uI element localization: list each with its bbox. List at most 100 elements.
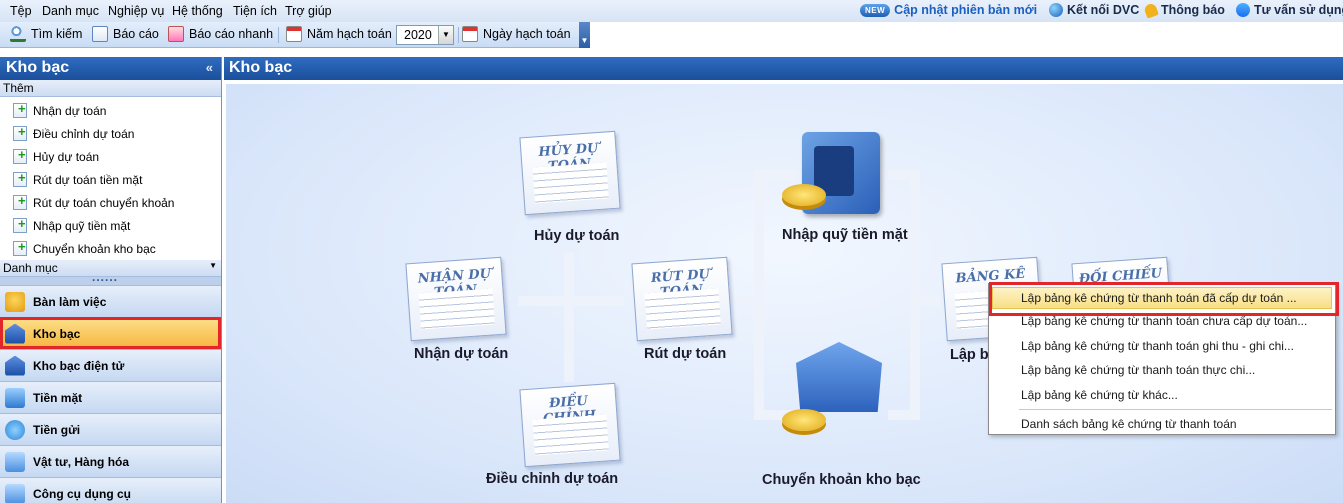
usage-consult[interactable]: Tư vấn sử dụng — [1236, 3, 1343, 17]
add-list: Nhận dự toán Điều chỉnh dự toán Hủy dự t… — [0, 97, 221, 260]
add-item-cancel-estimate[interactable]: Hủy dự toán — [0, 145, 221, 168]
withdraw-estimate-label[interactable]: Rút dự toán — [644, 346, 726, 362]
menu-category[interactable]: Danh mục — [42, 4, 99, 18]
update-notice[interactable]: NEW Cập nhật phiên bản mới — [860, 3, 1037, 17]
menu-item-statement-list[interactable]: Danh sách bảng kê chứng từ thanh toán — [989, 412, 1335, 437]
connect-dvc[interactable]: Kết nối DVC — [1049, 3, 1139, 17]
flow-arrow — [754, 170, 796, 180]
search-button-label: Tìm kiếm — [31, 27, 83, 41]
menu-help[interactable]: Trợ giúp — [285, 4, 332, 18]
coins-icon — [782, 184, 826, 206]
add-item-withdraw-transfer[interactable]: Rút dự toán chuyển khoản — [0, 191, 221, 214]
notifications-label: Thông báo — [1161, 3, 1225, 17]
nav-item-deposit[interactable]: Tiền gửi — [0, 413, 221, 445]
messenger-icon — [1236, 3, 1250, 17]
tools-icon — [5, 483, 25, 503]
cancel-estimate-label[interactable]: Hủy dự toán — [534, 228, 619, 244]
add-document-icon — [13, 193, 27, 210]
quick-report-label: Báo cáo nhanh — [189, 27, 274, 41]
add-item-receive-estimate[interactable]: Nhận dự toán — [0, 99, 221, 122]
nav-item-label: Tiền gửi — [33, 422, 81, 437]
add-item-label: Rút dự toán tiền mặt — [33, 172, 143, 187]
posting-date-button[interactable]: Ngày hạch toán — [462, 26, 571, 42]
menu-item-other-voucher[interactable]: Lập bảng kê chứng từ khác... — [989, 383, 1335, 408]
toolbar-empty-area — [590, 22, 1343, 48]
menu-system[interactable]: Hệ thống — [172, 4, 223, 18]
add-document-icon — [13, 147, 27, 164]
report-icon — [92, 26, 108, 42]
menu-file[interactable]: Tệp — [10, 4, 32, 18]
fiscal-year-label: Năm hạch toán — [307, 27, 392, 41]
receive-estimate-doc[interactable]: NHẬN DỰ TOÁN — [405, 256, 507, 342]
doc-lines — [532, 162, 609, 204]
new-badge: NEW — [860, 3, 891, 17]
coins-icon — [782, 409, 826, 431]
toolbar-separator — [458, 27, 459, 43]
cancel-estimate-doc[interactable]: HỦY DỰ TOÁN — [519, 130, 621, 216]
goods-icon — [5, 451, 25, 472]
add-document-icon — [13, 239, 27, 256]
cash-in-label[interactable]: Nhập quỹ tiền mặt — [782, 227, 908, 243]
add-item-adjust-estimate[interactable]: Điều chỉnh dự toán — [0, 122, 221, 145]
bank-icon — [5, 355, 25, 376]
doc-lines — [532, 414, 609, 456]
adjust-estimate-doc[interactable]: ĐIỀU CHỈNH — [519, 382, 621, 468]
nav-item-treasury[interactable]: Kho bạc — [0, 317, 221, 349]
add-item-withdraw-cash[interactable]: Rút dự toán tiền mặt — [0, 168, 221, 191]
doc-lines — [418, 288, 495, 330]
nav-item-label: Kho bạc điện tử — [33, 358, 125, 373]
fiscal-year-value: 2020 — [404, 28, 432, 42]
quick-report-icon — [168, 26, 184, 42]
flow-arrow — [564, 252, 574, 382]
collapse-icon[interactable]: « — [206, 60, 213, 75]
chevron-down-icon[interactable]: ▼ — [209, 261, 217, 270]
globe-icon — [1049, 3, 1063, 17]
receive-estimate-label[interactable]: Nhận dự toán — [414, 346, 508, 362]
toolbar-overflow-button[interactable]: ▼ — [579, 22, 590, 48]
withdraw-estimate-doc[interactable]: RÚT DỰ TOÁN — [631, 256, 733, 342]
bank-building-icon[interactable] — [796, 342, 882, 412]
nav-item-label: Công cụ dụng cụ — [33, 486, 131, 501]
menu-bar: Tệp Danh mục Nghiệp vụ Hệ thống Tiện ích… — [0, 0, 1343, 22]
quick-report-button[interactable]: Báo cáo nhanh — [168, 26, 273, 42]
sidebar-splitter[interactable] — [0, 270, 221, 285]
add-item-label: Rút dự toán chuyển khoản — [33, 195, 175, 210]
fiscal-year-select[interactable]: 2020 ▼ — [396, 25, 454, 45]
bell-icon — [1143, 1, 1159, 19]
nav-item-desktop[interactable]: Bàn làm việc — [0, 285, 221, 317]
add-item-treasury-transfer[interactable]: Chuyển khoản kho bạc — [0, 237, 221, 260]
notifications[interactable]: Thông báo — [1143, 1, 1225, 19]
menu-utilities[interactable]: Tiện ích — [233, 4, 277, 18]
menu-separator — [1019, 409, 1332, 410]
search-button[interactable]: Tìm kiếm — [10, 26, 82, 42]
add-document-icon — [13, 101, 27, 118]
calendar-icon — [286, 26, 302, 42]
main-title: Kho bạc — [229, 59, 293, 76]
flow-arrow — [910, 170, 920, 420]
chevron-down-icon[interactable]: ▼ — [438, 26, 453, 44]
add-section-label: Thêm — [3, 81, 34, 95]
add-item-label: Điều chỉnh dự toán — [33, 126, 135, 141]
nav-item-e-treasury[interactable]: Kho bạc điện tử — [0, 349, 221, 381]
adjust-estimate-label[interactable]: Điều chỉnh dự toán — [486, 471, 618, 487]
report-button-label: Báo cáo — [113, 27, 159, 41]
calendar-icon — [462, 26, 478, 42]
menu-item-paid-actual[interactable]: Lập bảng kê chứng từ thanh toán thực chi… — [989, 358, 1335, 383]
nav-item-goods[interactable]: Vật tư, Hàng hóa — [0, 445, 221, 477]
add-item-label: Hủy dự toán — [33, 149, 100, 164]
treasury-transfer-label[interactable]: Chuyển khoản kho bạc — [762, 472, 921, 488]
add-item-cash-in[interactable]: Nhập quỹ tiền mặt — [0, 214, 221, 237]
add-item-label: Chuyển khoản kho bạc — [33, 241, 156, 256]
highlight-box — [989, 282, 1339, 316]
flow-arrow — [910, 296, 940, 306]
toolbar: Tìm kiếm Báo cáo Báo cáo nhanh Năm hạch … — [0, 22, 590, 48]
nav-item-label: Vật tư, Hàng hóa — [33, 454, 130, 469]
nav-item-tools[interactable]: Công cụ dụng cụ — [0, 477, 221, 503]
sidebar-title: Kho bạc — [6, 59, 70, 76]
report-button[interactable]: Báo cáo — [92, 26, 159, 42]
toolbar-separator — [278, 27, 279, 43]
nav-item-cash[interactable]: Tiền mặt — [0, 381, 221, 413]
add-document-icon — [13, 170, 27, 187]
menu-item-paid-revenue-expense[interactable]: Lập bảng kê chứng từ thanh toán ghi thu … — [989, 334, 1335, 359]
menu-operations[interactable]: Nghiệp vụ — [108, 4, 164, 18]
